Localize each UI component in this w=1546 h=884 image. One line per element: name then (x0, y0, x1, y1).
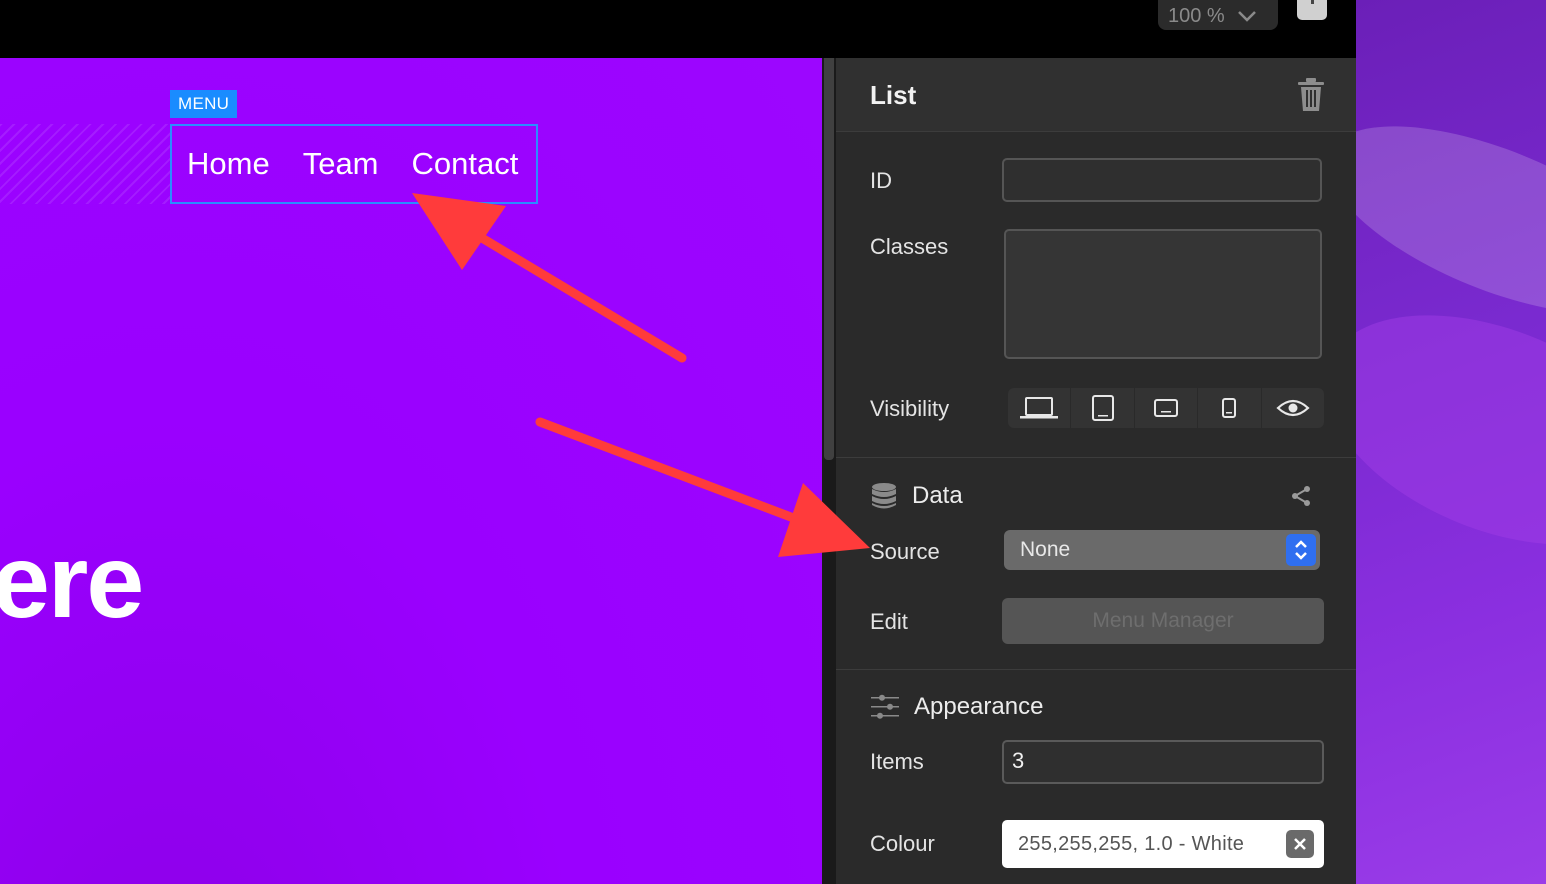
visibility-landscape-phone-button[interactable] (1135, 388, 1199, 428)
clear-colour-button[interactable] (1286, 830, 1314, 858)
visibility-phone-button[interactable] (1198, 388, 1262, 428)
laptop-icon (1020, 397, 1059, 419)
hero-heading[interactable]: ere (0, 523, 144, 642)
zoom-value: 100 % (1168, 4, 1225, 27)
appearance-section-header: Appearance (870, 692, 1043, 722)
visibility-tablet-button[interactable] (1071, 388, 1135, 428)
landscape-phone-icon (1154, 399, 1179, 417)
tablet-icon (1091, 395, 1114, 421)
classes-textarea[interactable] (1004, 229, 1322, 359)
section-divider (836, 669, 1356, 670)
menu-manager-button[interactable]: Menu Manager (1002, 598, 1324, 644)
canvas-scrollbar[interactable] (822, 58, 836, 884)
desktop-wallpaper (1356, 0, 1546, 884)
items-input[interactable]: 3 (1002, 740, 1324, 784)
data-section-header: Data (870, 482, 963, 510)
section-divider (836, 457, 1356, 458)
inspector-panel: List ID Classes Visibility Data Source N… (836, 58, 1356, 884)
visibility-toggle-group (1008, 388, 1324, 428)
id-label: ID (870, 168, 892, 193)
data-section-title: Data (912, 482, 963, 509)
inspector-header: List (836, 58, 1356, 132)
select-stepper-icon (1286, 534, 1316, 566)
toolbar-info-button[interactable] (1297, 0, 1327, 20)
visibility-label: Visibility (870, 396, 950, 421)
menu-item-team[interactable]: Team (303, 146, 379, 182)
items-label: Items (870, 749, 924, 774)
zoom-dropdown[interactable]: 100 % (1158, 0, 1278, 30)
hatch-padding-indicator (0, 124, 170, 204)
visibility-preview-button[interactable] (1262, 388, 1324, 428)
scrollbar-thumb[interactable] (824, 58, 834, 460)
id-input[interactable] (1002, 158, 1322, 202)
top-toolbar: 100 % (0, 0, 1356, 58)
classes-label: Classes (870, 234, 949, 259)
edit-label: Edit (870, 609, 908, 634)
page-canvas[interactable]: MENU Home Team Contact ere (0, 58, 822, 884)
colour-label: Colour (870, 831, 935, 856)
colour-picker-field[interactable]: 255,255,255, 1.0 - White (1002, 820, 1324, 868)
chevron-down-icon (1237, 11, 1256, 22)
source-label: Source (870, 539, 940, 564)
menu-selection-badge: MENU (170, 90, 238, 118)
source-selected-value: None (1020, 538, 1071, 561)
sliders-icon (871, 694, 899, 719)
phone-icon (1222, 398, 1237, 418)
eye-icon (1276, 399, 1310, 417)
source-select[interactable]: None (1004, 530, 1320, 570)
appearance-section-title: Appearance (914, 693, 1044, 720)
share-icon[interactable] (1290, 485, 1312, 507)
colour-value: 255,255,255, 1.0 - White (1018, 832, 1245, 855)
visibility-desktop-button[interactable] (1008, 388, 1072, 428)
menu-item-contact[interactable]: Contact (412, 146, 519, 182)
menu-item-home[interactable]: Home (187, 146, 270, 182)
close-icon (1294, 838, 1306, 850)
trash-icon[interactable] (1296, 78, 1326, 112)
inspector-title: List (870, 80, 917, 110)
menu-list-selected[interactable]: Home Team Contact (170, 124, 538, 204)
database-icon (872, 483, 896, 509)
